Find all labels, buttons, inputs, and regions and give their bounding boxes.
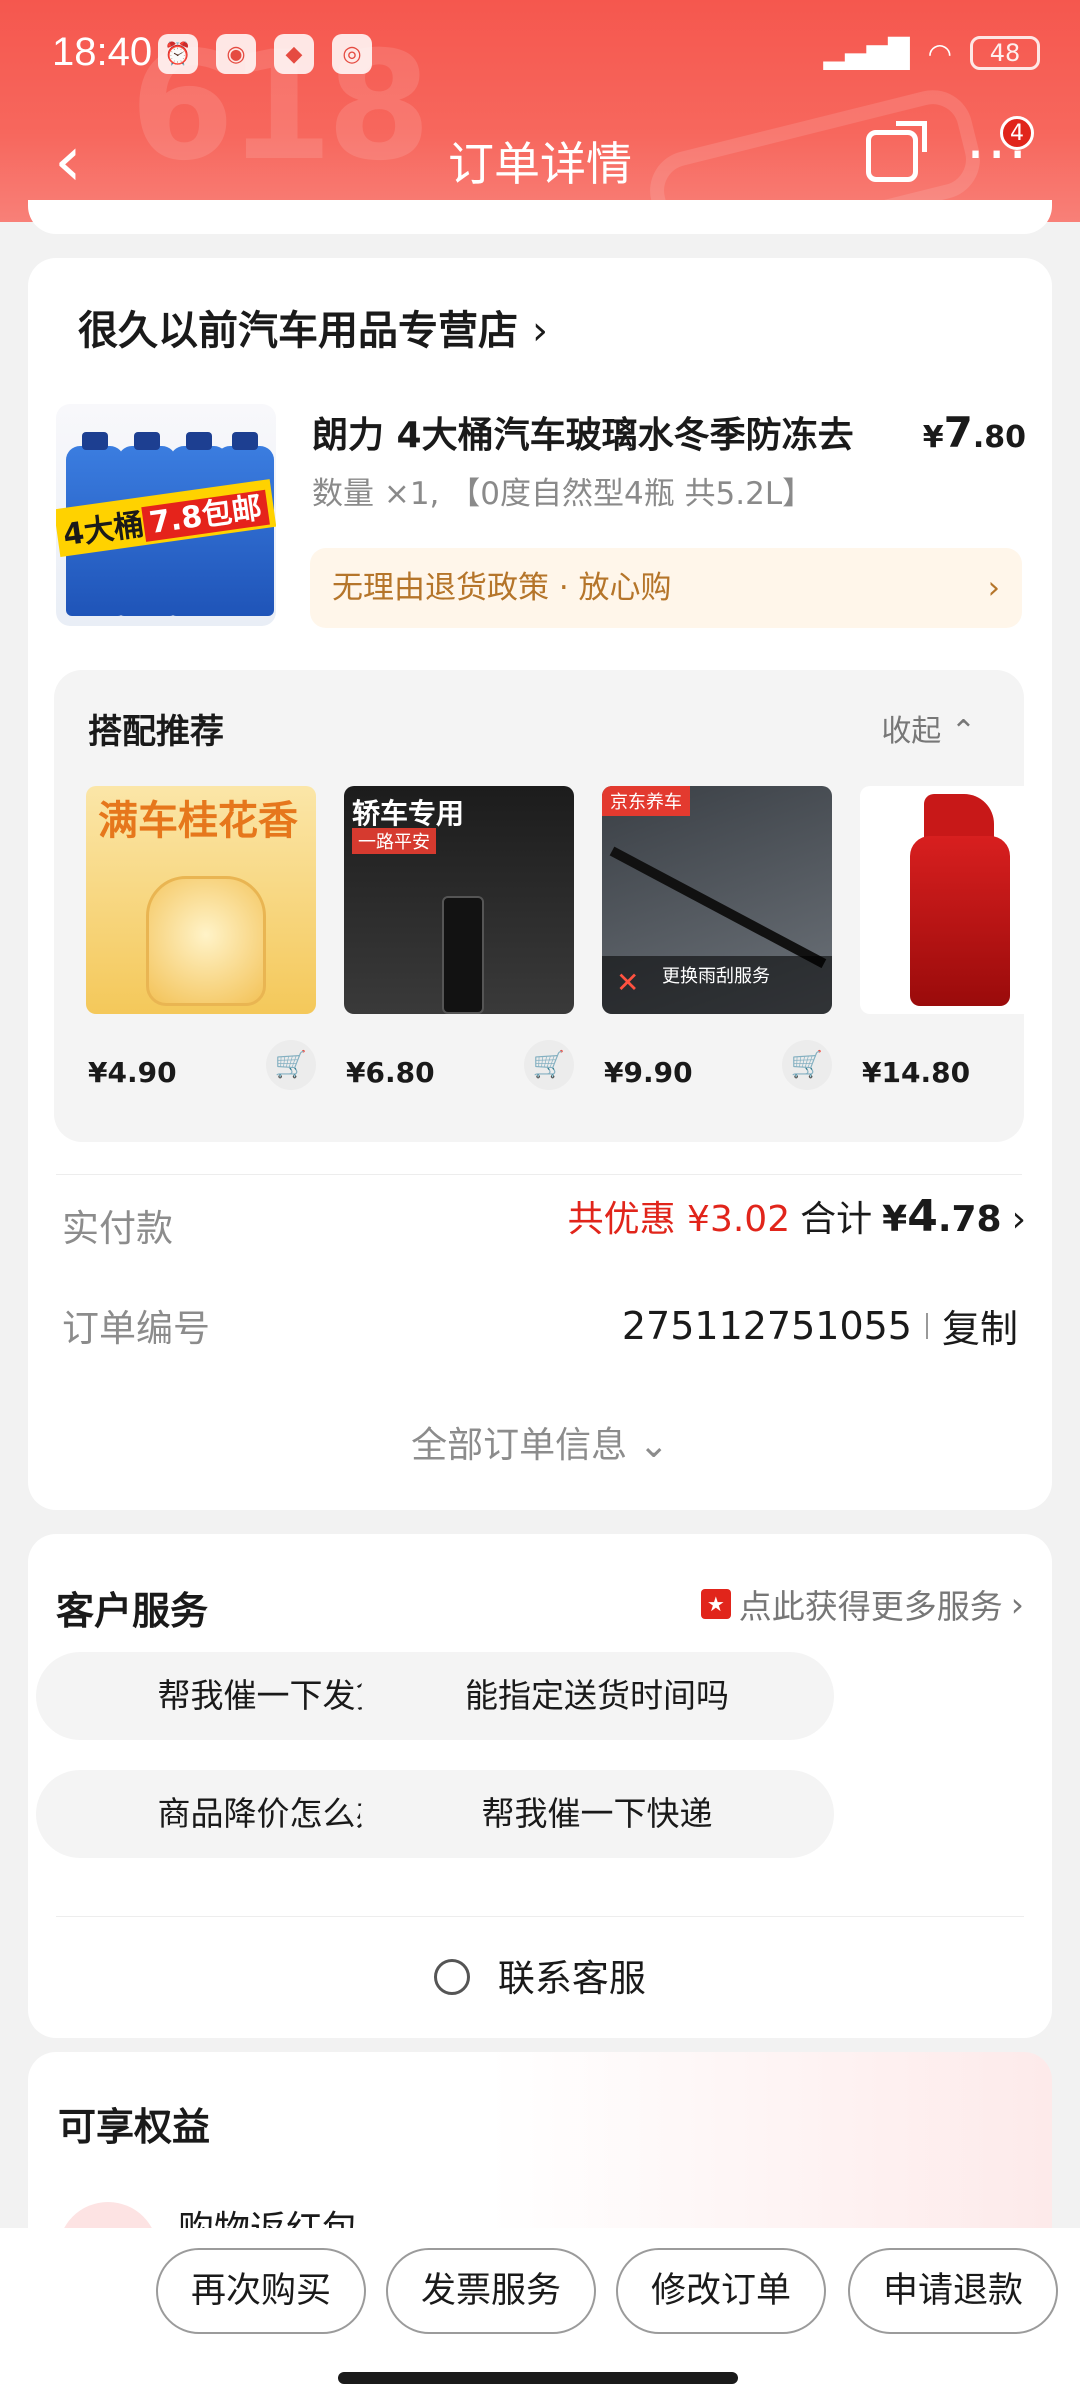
static-strap-shape: [442, 896, 484, 1014]
wiper-shape: [609, 846, 827, 969]
weibo-icon: ◎: [332, 34, 372, 74]
battery-indicator: 48: [970, 36, 1040, 70]
product-title[interactable]: 朗力 4大桶汽车玻璃水冬季防冻去: [312, 406, 854, 458]
add-to-cart-icon[interactable]: 🛒: [524, 1040, 574, 1090]
share-icon[interactable]: [866, 121, 927, 182]
collapse-button[interactable]: 收起 ⌃: [881, 706, 976, 750]
store-name: 很久以前汽车用品专营店: [78, 308, 518, 354]
recommend-price: ¥9.90: [604, 1056, 693, 1089]
status-right: ▂▄▆█ ◠ 48: [823, 36, 1040, 70]
fragrance-jar-shape: [146, 876, 266, 1006]
recommend-image[interactable]: 轿车专用 一路平安: [344, 786, 574, 1014]
rebuy-button[interactable]: 再次购买: [156, 2248, 366, 2334]
recommend-image[interactable]: 京东养车 更换雨刮服务: [602, 786, 832, 1014]
home-indicator[interactable]: [338, 2372, 738, 2384]
pay-app-icon: ◆: [274, 34, 314, 74]
recommend-price: ¥6.80: [346, 1056, 435, 1089]
recommend-image[interactable]: [860, 786, 1024, 1014]
service-title: 客户服务: [56, 1589, 209, 1633]
refund-button[interactable]: 申请退款: [848, 2248, 1058, 2334]
payment-summary[interactable]: 共优惠 ¥3.02 合计 ¥4.78 ›: [568, 1190, 1026, 1242]
notification-badge: 4: [1000, 116, 1034, 150]
copy-button[interactable]: 复制: [942, 1298, 1018, 1353]
recommend-item[interactable]: 满车桂花香 ¥4.90 🛒: [86, 786, 316, 1090]
chevron-down-icon: ⌄: [638, 1425, 669, 1466]
spray-bottle-shape: [910, 836, 1010, 1006]
order-number-label: 订单编号: [62, 1307, 210, 1350]
quick-question-button[interactable]: 能指定送货时间吗: [360, 1652, 834, 1740]
status-bar: 18:40 ⏰ ◉ ◆ ◎ ▂▄▆█ ◠ 48: [0, 0, 1080, 110]
status-icons: ⏰ ◉ ◆ ◎: [158, 34, 372, 74]
discount-amount: 共优惠 ¥3.02: [567, 1199, 791, 1240]
chevron-up-icon: ⌃: [950, 714, 976, 749]
modify-order-button[interactable]: 修改订单: [616, 2248, 826, 2334]
customer-service-card: 客户服务 ★ 点此获得更多服务 › 帮我催一下发货 能指定送货时间吗 商品降价怎…: [28, 1534, 1052, 2038]
all-order-info-toggle[interactable]: 全部订单信息 ⌄: [28, 1416, 1052, 1468]
return-policy-text: 无理由退货政策 · 放心购: [332, 570, 672, 606]
signal-icon: ▂▄▆█: [823, 36, 910, 70]
total-label: 合计: [800, 1199, 873, 1240]
payment-label: 实付款: [62, 1207, 173, 1250]
quick-question-button[interactable]: 帮我催一下快递: [360, 1770, 834, 1858]
chevron-right-icon: ›: [531, 308, 548, 354]
store-name-link[interactable]: 很久以前汽车用品专营店 ›: [78, 298, 548, 356]
recommend-title: 搭配推荐: [88, 712, 224, 752]
divider: [56, 1174, 1022, 1175]
product-image[interactable]: 4大桶7.8包邮: [56, 404, 276, 626]
recommend-item[interactable]: 轿车专用 一路平安 ¥6.80 🛒: [344, 786, 574, 1090]
recommend-price: ¥4.90: [88, 1056, 177, 1089]
chevron-right-icon: ›: [987, 570, 1000, 606]
add-to-cart-icon[interactable]: 🛒: [782, 1040, 832, 1090]
total-amount: ¥4.78: [882, 1191, 1002, 1242]
recommend-price: ¥14.80: [862, 1056, 971, 1089]
customer-service-icon: [434, 1959, 471, 1995]
order-card: 很久以前汽车用品专营店 › 4大桶7.8包邮 朗力 4大桶汽车玻璃水冬季防冻去 …: [28, 258, 1052, 1510]
return-policy-bar[interactable]: 无理由退货政策 · 放心购 ›: [310, 548, 1022, 628]
wifi-icon: ◠: [927, 36, 952, 70]
separator: [925, 1312, 928, 1339]
invoice-button[interactable]: 发票服务: [386, 2248, 596, 2334]
recommend-section: 搭配推荐 收起 ⌃ 满车桂花香 ¥4.90 🛒 轿车专用 一路平安 ¥6.80 …: [54, 670, 1024, 1142]
divider: [56, 1916, 1024, 1917]
more-services-link[interactable]: ★ 点此获得更多服务 ›: [700, 1580, 1024, 1628]
star-icon: ★: [700, 1589, 731, 1619]
alarm-icon: ⏰: [158, 34, 198, 74]
benefits-title: 可享权益: [58, 2105, 211, 2149]
recommend-item[interactable]: 京东养车 更换雨刮服务 ¥9.90 🛒: [602, 786, 832, 1090]
app-notification-icon: ◉: [216, 34, 256, 74]
header: 618 18:40 ⏰ ◉ ◆ ◎ ▂▄▆█ ◠ 48 ‹ 订单详情 ··· 4: [0, 0, 1080, 222]
contact-service-button[interactable]: 联系客服: [28, 1948, 1052, 2002]
add-to-cart-icon[interactable]: 🛒: [266, 1040, 316, 1090]
product-price: ¥7.80: [922, 408, 1026, 457]
order-number-row: 275112751055 复制: [622, 1298, 1018, 1353]
previous-card-edge: [28, 200, 1052, 234]
order-number: 275112751055: [621, 1303, 912, 1348]
status-time: 18:40: [52, 30, 153, 74]
recommend-image[interactable]: 满车桂花香: [86, 786, 316, 1014]
chevron-right-icon: ›: [1011, 1199, 1026, 1240]
product-spec: 数量 ×1, 【0度自然型4瓶 共5.2L】: [312, 476, 814, 512]
recommend-item[interactable]: ¥14.80: [860, 786, 1024, 1089]
chevron-right-icon: ›: [1010, 1584, 1024, 1624]
